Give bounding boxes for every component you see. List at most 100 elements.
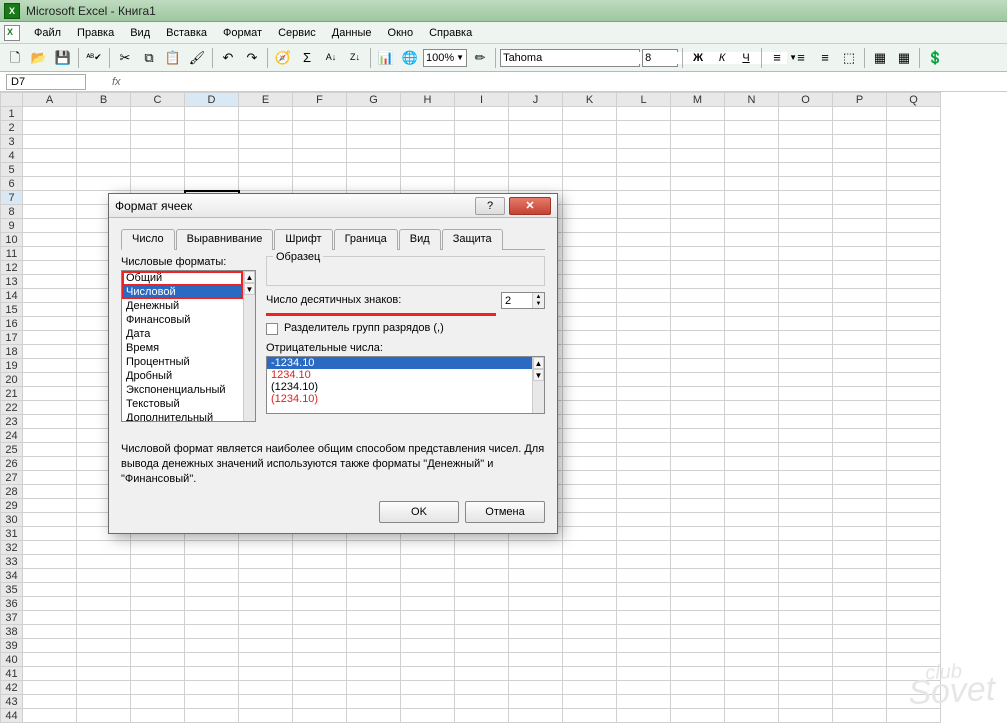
- cell[interactable]: [23, 149, 77, 163]
- row-header[interactable]: 15: [1, 303, 23, 317]
- fontsize-combo[interactable]: ▼: [642, 49, 678, 67]
- cell[interactable]: [239, 163, 293, 177]
- cell[interactable]: [833, 583, 887, 597]
- cell[interactable]: [455, 695, 509, 709]
- cell[interactable]: [725, 345, 779, 359]
- cell[interactable]: [77, 667, 131, 681]
- cell[interactable]: [131, 121, 185, 135]
- col-header[interactable]: B: [77, 93, 131, 107]
- row-header[interactable]: 14: [1, 289, 23, 303]
- cell[interactable]: [887, 639, 941, 653]
- col-header[interactable]: H: [401, 93, 455, 107]
- cell[interactable]: [725, 695, 779, 709]
- tab-число[interactable]: Число: [121, 229, 175, 250]
- cell[interactable]: [401, 667, 455, 681]
- cell[interactable]: [185, 639, 239, 653]
- cell[interactable]: [23, 443, 77, 457]
- cell[interactable]: [617, 401, 671, 415]
- row-header[interactable]: 18: [1, 345, 23, 359]
- cell[interactable]: [671, 317, 725, 331]
- cell[interactable]: [887, 443, 941, 457]
- cell[interactable]: [833, 135, 887, 149]
- cell[interactable]: [185, 583, 239, 597]
- cell[interactable]: [347, 583, 401, 597]
- cell[interactable]: [509, 625, 563, 639]
- cell[interactable]: [563, 219, 617, 233]
- cell[interactable]: [347, 625, 401, 639]
- cell[interactable]: [887, 625, 941, 639]
- cell[interactable]: [779, 569, 833, 583]
- cell[interactable]: [671, 247, 725, 261]
- cell[interactable]: [239, 569, 293, 583]
- cell[interactable]: [617, 513, 671, 527]
- cell[interactable]: [671, 541, 725, 555]
- cell[interactable]: [725, 499, 779, 513]
- cell[interactable]: [779, 317, 833, 331]
- row-header[interactable]: 24: [1, 429, 23, 443]
- cell[interactable]: [725, 317, 779, 331]
- cell[interactable]: [833, 639, 887, 653]
- cell[interactable]: [779, 191, 833, 205]
- cell[interactable]: [887, 303, 941, 317]
- cell[interactable]: [725, 569, 779, 583]
- italic-icon[interactable]: К: [711, 47, 733, 69]
- format-item[interactable]: Дополнительный: [122, 411, 255, 422]
- cell[interactable]: [509, 709, 563, 723]
- col-header[interactable]: L: [617, 93, 671, 107]
- cell[interactable]: [887, 149, 941, 163]
- font-input[interactable]: [503, 52, 645, 64]
- cell[interactable]: [293, 107, 347, 121]
- cell[interactable]: [779, 653, 833, 667]
- align-left-icon[interactable]: ≡: [766, 47, 788, 69]
- cell[interactable]: [725, 555, 779, 569]
- cell[interactable]: [617, 611, 671, 625]
- cell[interactable]: [455, 569, 509, 583]
- cell[interactable]: [347, 569, 401, 583]
- cell[interactable]: [293, 177, 347, 191]
- cell[interactable]: [725, 429, 779, 443]
- cell[interactable]: [887, 709, 941, 723]
- ok-button[interactable]: OK: [379, 501, 459, 523]
- cell[interactable]: [779, 303, 833, 317]
- cell[interactable]: [725, 639, 779, 653]
- cell[interactable]: [23, 275, 77, 289]
- cell[interactable]: [509, 639, 563, 653]
- row-header[interactable]: 6: [1, 177, 23, 191]
- cell[interactable]: [563, 639, 617, 653]
- negatives-listbox[interactable]: -1234.101234.10(1234.10)(1234.10)▲▼: [266, 356, 545, 414]
- cell[interactable]: [563, 191, 617, 205]
- cell[interactable]: [617, 247, 671, 261]
- cell[interactable]: [887, 597, 941, 611]
- cell[interactable]: [833, 513, 887, 527]
- cancel-button[interactable]: Отмена: [465, 501, 545, 523]
- row-header[interactable]: 32: [1, 541, 23, 555]
- cell[interactable]: [563, 667, 617, 681]
- cell[interactable]: [185, 121, 239, 135]
- cell[interactable]: [563, 289, 617, 303]
- cell[interactable]: [887, 569, 941, 583]
- cell[interactable]: [887, 415, 941, 429]
- cell[interactable]: [563, 177, 617, 191]
- cell[interactable]: [887, 373, 941, 387]
- tab-защита[interactable]: Защита: [442, 229, 503, 250]
- cell[interactable]: [779, 583, 833, 597]
- cell[interactable]: [293, 611, 347, 625]
- cut-icon[interactable]: ✂: [114, 47, 136, 69]
- cell[interactable]: [833, 121, 887, 135]
- cell[interactable]: [509, 611, 563, 625]
- scrollbar[interactable]: ▲▼: [532, 357, 544, 413]
- cell[interactable]: [779, 121, 833, 135]
- cell[interactable]: [509, 569, 563, 583]
- cell[interactable]: [725, 205, 779, 219]
- format-item[interactable]: Числовой: [122, 285, 255, 299]
- cell[interactable]: [239, 583, 293, 597]
- align-right-icon[interactable]: ≡: [814, 47, 836, 69]
- cell[interactable]: [725, 527, 779, 541]
- bold-icon[interactable]: Ж: [687, 47, 709, 69]
- cell[interactable]: [509, 695, 563, 709]
- format-item[interactable]: Время: [122, 341, 255, 355]
- cell[interactable]: [725, 373, 779, 387]
- cell[interactable]: [725, 541, 779, 555]
- cell[interactable]: [23, 387, 77, 401]
- cell[interactable]: [563, 513, 617, 527]
